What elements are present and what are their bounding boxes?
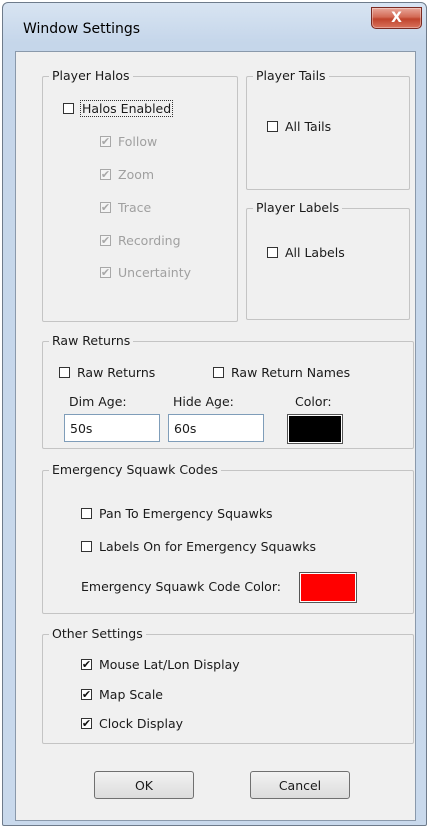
emergency-color-label: Emergency Squawk Code Color: [81,579,281,594]
follow-label: Follow [118,134,158,149]
close-icon: X [391,10,402,26]
raw-return-names-label: Raw Return Names [231,365,351,380]
all-tails-checkbox[interactable]: All Tails [267,119,331,134]
checkbox-box [267,247,278,258]
halos-enabled-label: Halos Enabled [79,100,174,117]
pan-to-emergency-checkbox[interactable]: Pan To Emergency Squawks [81,506,273,521]
zoom-checkbox[interactable]: ✔ Zoom [100,167,154,182]
raw-returns-label: Raw Returns [77,365,156,380]
clock-display-label: Clock Display [99,716,184,731]
player-labels-group: Player Labels All Labels [246,200,410,320]
labels-on-emergency-checkbox[interactable]: Labels On for Emergency Squawks [81,539,316,554]
checkbox-check-icon: ✔ [100,168,111,181]
hide-age-label: Hide Age: [173,394,234,409]
checkbox-check-icon: ✔ [81,717,92,730]
window-title: Window Settings [23,21,141,37]
window-settings-dialog: Window Settings X Player Halos Halos Ena… [2,2,427,826]
mouse-latlon-checkbox[interactable]: ✔ Mouse Lat/Lon Display [81,657,240,672]
cancel-button[interactable]: Cancel [250,771,350,799]
uncertainty-label: Uncertainty [118,265,192,280]
trace-label: Trace [118,200,152,215]
labels-on-emergency-label: Labels On for Emergency Squawks [99,539,317,554]
title-bar[interactable]: Window Settings X [3,3,426,51]
trace-checkbox[interactable]: ✔ Trace [100,200,151,215]
map-scale-label: Map Scale [99,687,163,702]
map-scale-checkbox[interactable]: ✔ Map Scale [81,687,163,702]
raw-returns-group: Raw Returns Raw Returns Raw Return Names… [42,333,414,449]
recording-checkbox[interactable]: ✔ Recording [100,233,181,248]
emergency-squawk-legend: Emergency Squawk Codes [49,462,221,477]
all-labels-checkbox[interactable]: All Labels [267,245,345,260]
all-labels-label: All Labels [285,245,345,260]
other-settings-legend: Other Settings [49,626,146,641]
checkbox-check-icon: ✔ [81,658,92,671]
raw-returns-checkbox[interactable]: Raw Returns [59,365,155,380]
raw-return-names-checkbox[interactable]: Raw Return Names [213,365,350,380]
player-halos-legend: Player Halos [49,68,133,83]
hide-age-input[interactable]: 60s [168,414,264,442]
checkbox-box [81,508,92,519]
checkbox-box [267,121,278,132]
dim-age-label: Dim Age: [69,394,127,409]
follow-checkbox[interactable]: ✔ Follow [100,134,157,149]
checkbox-check-icon: ✔ [100,234,111,247]
checkbox-box [81,541,92,552]
player-labels-legend: Player Labels [253,200,343,215]
checkbox-check-icon: ✔ [81,688,92,701]
raw-return-color-swatch[interactable] [287,414,343,444]
checkbox-check-icon: ✔ [100,201,111,214]
checkbox-box [59,367,70,378]
emergency-color-swatch[interactable] [299,572,357,603]
dialog-client-area: Player Halos Halos Enabled ✔ Follow ✔ Zo… [15,51,416,821]
checkbox-check-icon: ✔ [100,266,111,279]
raw-returns-legend: Raw Returns [49,333,134,348]
all-tails-label: All Tails [285,119,332,134]
recording-label: Recording [118,233,181,248]
checkbox-box [213,367,224,378]
ok-button[interactable]: OK [94,771,194,799]
checkbox-box [63,103,74,114]
dim-age-input[interactable]: 50s [64,414,160,442]
pan-to-emergency-label: Pan To Emergency Squawks [99,506,273,521]
player-tails-group: Player Tails All Tails [246,68,410,190]
color-label: Color: [295,394,332,409]
emergency-squawk-group: Emergency Squawk Codes Pan To Emergency … [42,462,414,614]
zoom-label: Zoom [118,167,155,182]
other-settings-group: Other Settings ✔ Mouse Lat/Lon Display ✔… [42,626,414,744]
halos-enabled-checkbox[interactable]: Halos Enabled [63,100,174,117]
close-button[interactable]: X [371,7,422,29]
clock-display-checkbox[interactable]: ✔ Clock Display [81,716,183,731]
mouse-latlon-label: Mouse Lat/Lon Display [99,657,240,672]
uncertainty-checkbox[interactable]: ✔ Uncertainty [100,265,191,280]
checkbox-check-icon: ✔ [100,135,111,148]
player-halos-group: Player Halos Halos Enabled ✔ Follow ✔ Zo… [42,68,238,322]
player-tails-legend: Player Tails [253,68,329,83]
